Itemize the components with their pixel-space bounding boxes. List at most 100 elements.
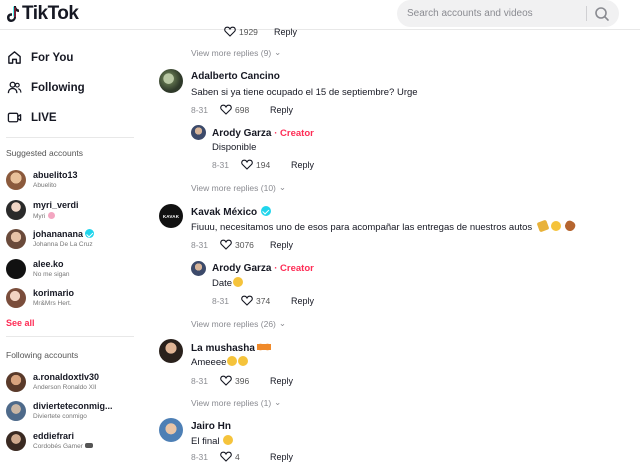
flower-emoji-icon: [48, 212, 56, 219]
heart-icon: [220, 451, 232, 462]
party-popper-emoji-icon: [536, 219, 550, 233]
heart-icon: [241, 159, 253, 170]
view-more-replies[interactable]: View more replies (9) ⌄: [191, 47, 281, 58]
see-all-link[interactable]: See all: [6, 318, 35, 328]
heart-icon: [241, 295, 253, 306]
suggested-account[interactable]: myri_verdi Myri: [6, 198, 134, 224]
guitar-emoji-icon: [563, 219, 577, 233]
top-bar: TikTok: [0, 0, 640, 30]
account-username: myri_verdi: [33, 200, 79, 210]
comment-text: Saben si ya tiene ocupado el 15 de septi…: [191, 87, 418, 98]
chevron-down-icon: ⌄: [278, 318, 287, 328]
like-button[interactable]: 4: [220, 451, 270, 462]
account-name: No me sigan: [33, 271, 70, 278]
account-username: a.ronaldoxtlv30: [33, 372, 100, 382]
suggested-account[interactable]: alee.ko No me sigan: [6, 257, 134, 283]
like-button[interactable]: 374: [241, 295, 291, 306]
like-button[interactable]: 396: [220, 375, 270, 386]
comment-meta: 8-31 3076 Reply: [191, 239, 293, 250]
divider: [6, 336, 134, 337]
comment-author[interactable]: Adalberto Cancino: [191, 71, 280, 82]
reply-meta: 8-31 194 Reply: [212, 159, 314, 170]
like-count: 194: [256, 159, 271, 170]
reply-button[interactable]: Reply: [274, 27, 297, 37]
view-more-replies[interactable]: View more replies (26) ⌄: [191, 318, 286, 329]
account-username: diviertete­conmig...: [33, 401, 113, 411]
reply-button[interactable]: Reply: [291, 296, 314, 306]
account-username: korimario: [33, 288, 75, 298]
like-count: 396: [235, 375, 250, 386]
account-username: eddiefrari: [33, 431, 75, 441]
creator-badge: · Creator: [274, 263, 314, 274]
avatar: [6, 431, 26, 451]
comment-author[interactable]: Kavak México: [191, 206, 272, 218]
avatar: [6, 401, 26, 421]
sunglasses-emoji-icon: [551, 221, 562, 231]
nav-label: Following: [31, 81, 85, 94]
account-name: Abuelito: [33, 182, 57, 189]
following-account[interactable]: eddiefrari Cordobés Gamer: [6, 429, 134, 455]
butterfly-emoji-icon: [256, 342, 271, 352]
tiktok-note-icon: [7, 6, 19, 22]
reply-button[interactable]: Reply: [270, 376, 293, 386]
view-more-replies[interactable]: View more replies (10) ⌄: [191, 182, 286, 193]
kavak-avatar-text: KAVAK: [162, 213, 180, 219]
suggested-account[interactable]: johananana Johanna De La Cruz: [6, 227, 134, 253]
comment-author[interactable]: Jairo Hn: [191, 421, 231, 432]
tiktok-logo[interactable]: TikTok: [6, 3, 79, 25]
avatar[interactable]: KAVAK: [159, 204, 183, 228]
chevron-down-icon: ⌄: [278, 182, 287, 192]
nav-live[interactable]: LIVE: [7, 110, 57, 125]
nav-label: LIVE: [31, 111, 57, 124]
avatar[interactable]: [191, 125, 206, 140]
account-name: Diviertete conmigo: [33, 413, 87, 420]
suggested-account[interactable]: abuelito13 Abuelito: [6, 168, 134, 194]
comment-author[interactable]: La mushasha: [191, 342, 271, 354]
following-account[interactable]: a.ronaldoxtlv30 Anderson Ronaldo XII: [6, 370, 134, 396]
comment-date: 8-31: [191, 375, 209, 386]
reply-author[interactable]: Arody Garza · Creator: [212, 128, 314, 139]
reply-button[interactable]: Reply: [270, 452, 293, 462]
like-button[interactable]: 1929: [224, 26, 274, 37]
account-username: johananana: [33, 229, 95, 239]
comment-text: El final: [191, 435, 234, 447]
reply-author[interactable]: Arody Garza · Creator: [212, 263, 314, 274]
like-count: 4: [235, 451, 240, 462]
avatar[interactable]: [159, 339, 183, 363]
account-name: Myri: [33, 212, 56, 220]
heart-icon: [220, 239, 232, 250]
account-name: Anderson Ronaldo XII: [33, 384, 97, 391]
avatar[interactable]: [159, 418, 183, 442]
avatar[interactable]: [159, 69, 183, 93]
view-more-replies[interactable]: View more replies (1) ⌄: [191, 397, 281, 408]
like-button[interactable]: 3076: [220, 239, 270, 250]
like-button[interactable]: 194: [241, 159, 291, 170]
like-count: 3076: [235, 239, 254, 250]
home-icon: [8, 51, 21, 64]
search-bar: [397, 0, 619, 27]
avatar[interactable]: [191, 261, 206, 276]
reply-meta: 8-31 374 Reply: [212, 295, 314, 306]
grinning-emoji-icon: [233, 277, 244, 287]
avatar: [6, 200, 26, 220]
gamepad-emoji-icon: [84, 443, 93, 448]
reply-button[interactable]: Reply: [291, 160, 314, 170]
comment-text: Ameeee: [191, 356, 249, 368]
sidebar: For You Following LIVE Suggested account…: [0, 31, 135, 456]
reply-text: Disponible: [212, 142, 257, 153]
reply-button[interactable]: Reply: [270, 240, 293, 250]
search-icon[interactable]: [593, 5, 611, 23]
search-divider: [586, 6, 587, 21]
suggested-account[interactable]: korimario Mr&Mrs Hert.: [6, 286, 134, 312]
nav-following[interactable]: Following: [7, 80, 85, 95]
following-account[interactable]: diviertete­conmig... Diviertete conmigo: [6, 399, 134, 425]
search-input[interactable]: [407, 5, 577, 22]
avatar: [6, 170, 26, 190]
like-button[interactable]: 698: [220, 104, 270, 115]
nav-for-you[interactable]: For You: [7, 50, 73, 65]
heart-icon: [220, 375, 232, 386]
reply-button[interactable]: Reply: [270, 105, 293, 115]
suggested-title: Suggested accounts: [6, 148, 84, 158]
avatar: [6, 372, 26, 392]
account-name: Mr&Mrs Hert.: [33, 300, 72, 307]
